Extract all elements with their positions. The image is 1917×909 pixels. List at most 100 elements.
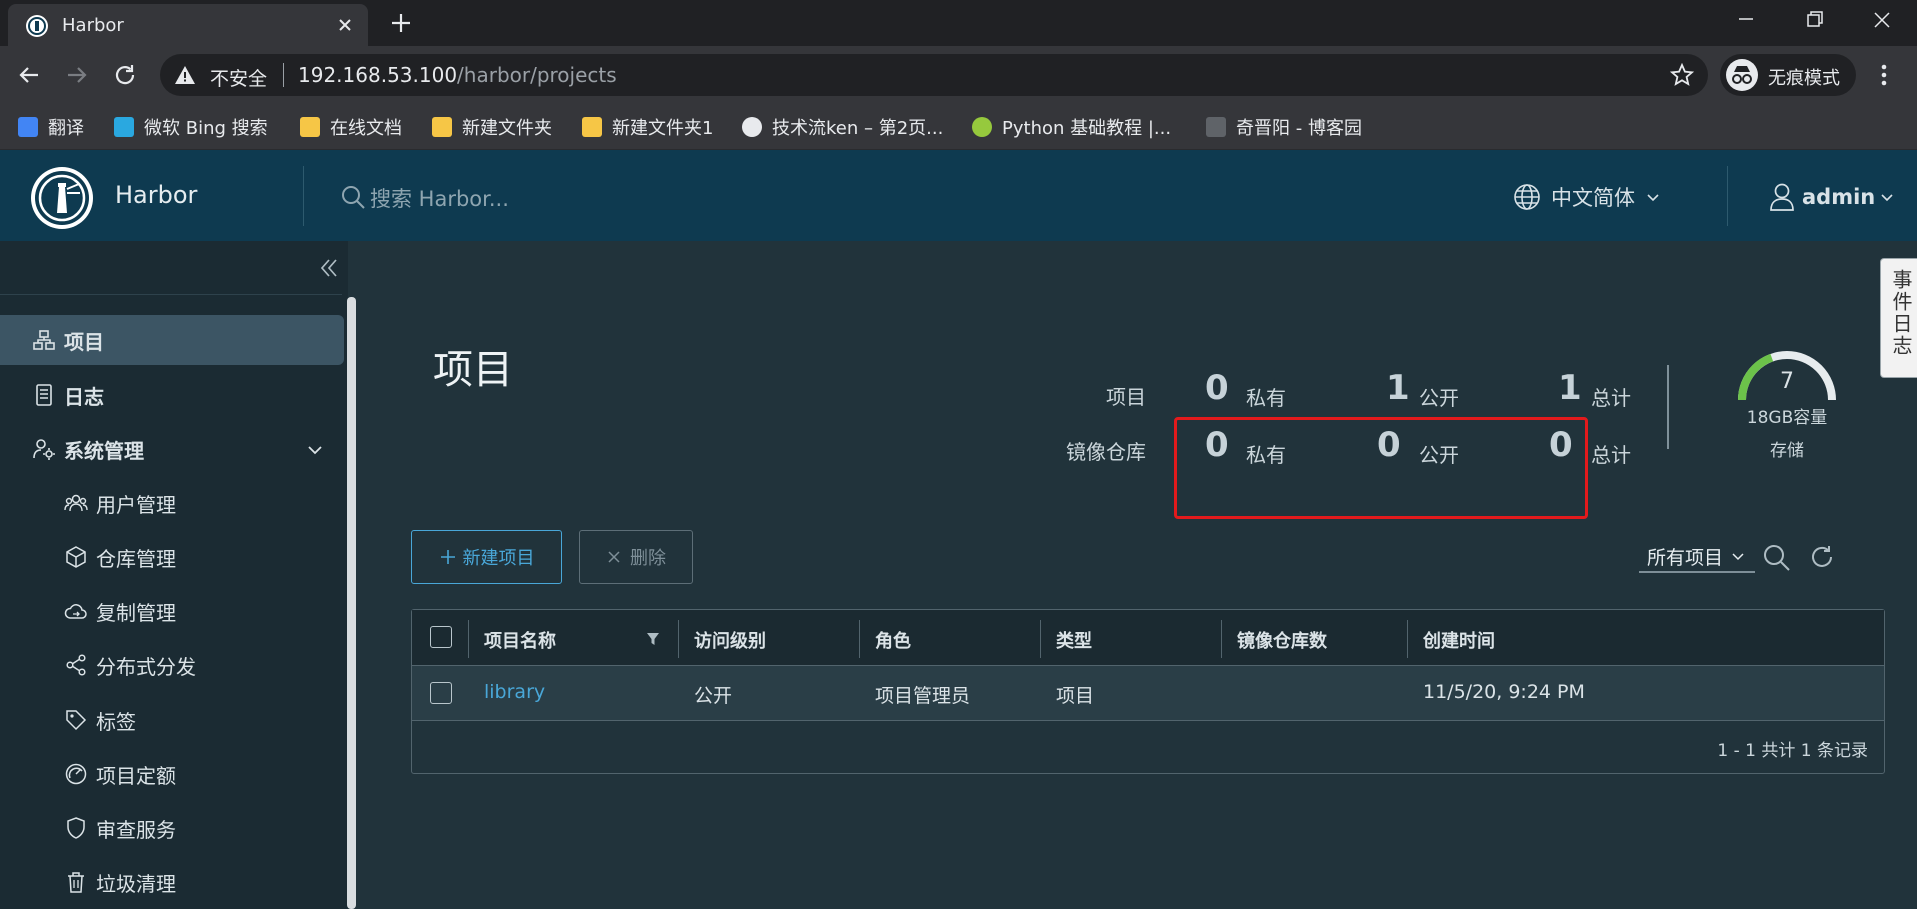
table-header: 项目名称 访问级别 角色 类型 镜像仓库数 创建时间 [412,610,1884,666]
filter-search-icon[interactable] [1762,543,1792,573]
restore-window-icon[interactable] [1794,4,1834,38]
harbor-favicon-icon [26,15,48,37]
sidebar-item-garbage-collection[interactable]: 垃圾清理 [0,857,344,907]
address-bar[interactable]: 不安全 192.168.53.100/harbor/projects [160,54,1708,96]
url-text[interactable]: 192.168.53.100/harbor/projects [298,63,617,87]
sidebar-item-distributions[interactable]: 分布式分发 [0,640,344,690]
cloud-replication-icon [64,604,87,619]
browser-tab-title: Harbor [62,15,124,36]
sidebar-item-label: 分布式分发 [96,654,196,679]
global-search-input[interactable]: 搜索 Harbor... [340,180,840,214]
project-filter-select[interactable]: 所有项目 [1639,541,1755,573]
select-all-checkbox[interactable] [430,626,452,648]
total-unit: 总计 [1591,443,1631,467]
sidebar-item-users[interactable]: 用户管理 [0,478,344,528]
sidebar-item-logs[interactable]: 日志 [0,370,344,420]
column-divider [678,620,679,658]
projects-private-count: 0 [1205,368,1229,408]
column-header-created[interactable]: 创建时间 [1423,627,1495,653]
storage-value: 7 [1780,369,1794,394]
close-tab-icon[interactable] [333,13,357,37]
sidebar-item-interrogation-services[interactable]: 审查服务 [0,803,344,853]
chevron-down-icon [1732,553,1744,561]
sidebar-item-label: 审查服务 [96,817,176,842]
folder-icon [582,117,602,137]
bookmark-label: 新建文件夹1 [612,118,714,139]
sidebar-item-replications[interactable]: 复制管理 [0,586,344,636]
sidebar-item-quotas[interactable]: 项目定额 [0,749,344,799]
column-divider [1221,620,1222,658]
incognito-label: 无痕模式 [1768,68,1840,89]
new-tab-icon[interactable] [388,10,414,36]
folder-icon [432,117,452,137]
browser-tab[interactable]: Harbor [8,4,368,46]
bookmark-new-folder[interactable]: 新建文件夹 [432,114,552,140]
minimize-window-icon[interactable] [1726,4,1766,38]
admin-gear-icon [33,439,55,460]
row-checkbox[interactable] [430,682,452,704]
harbor-logo-icon[interactable] [31,167,93,229]
bookmark-star-icon[interactable] [1670,63,1694,87]
bookmark-cnblogs[interactable]: 奇晋阳 - 博客园 [1206,114,1362,140]
collapse-sidebar-icon[interactable] [316,255,342,281]
bookmark-label: 奇晋阳 - 博客园 [1236,118,1362,139]
column-header-repo-count[interactable]: 镜像仓库数 [1237,627,1327,653]
column-header-access[interactable]: 访问级别 [694,627,766,653]
column-header-type[interactable]: 类型 [1056,627,1092,653]
incognito-badge[interactable]: 无痕模式 [1720,54,1856,96]
reload-icon[interactable] [110,60,140,90]
sidebar-item-labels[interactable]: 标签 [0,695,344,745]
app-brand[interactable]: Harbor [115,181,197,209]
security-status-label: 不安全 [210,68,268,90]
sidebar-item-label: 复制管理 [96,600,176,625]
sidebar-divider [0,294,342,295]
page-title: 项目 [433,347,513,393]
user-avatar-icon [1770,183,1794,211]
translate-icon [18,117,38,137]
users-icon [64,494,88,512]
globe-icon [1514,184,1540,210]
sidebar-scrollbar[interactable] [347,297,356,909]
globe-site-icon [742,117,762,137]
storage-label: 存储 [1770,441,1804,461]
public-unit: 公开 [1419,386,1459,410]
bookmark-label: 新建文件夹 [462,118,552,139]
storage-capacity: 18GB容量 [1746,408,1828,428]
refresh-icon[interactable] [1808,543,1836,571]
close-window-icon[interactable] [1862,4,1902,38]
event-log-tab[interactable]: 事件日志 [1880,258,1917,378]
filter-funnel-icon[interactable] [646,632,660,646]
bookmark-translate[interactable]: 翻译 [18,114,84,140]
sidebar-item-registries[interactable]: 仓库管理 [0,532,344,582]
column-header-name[interactable]: 项目名称 [484,627,556,653]
back-arrow-icon[interactable] [14,60,44,90]
sidebar-item-label: 标签 [96,709,136,734]
browser-toolbar: 不安全 192.168.53.100/harbor/projects 无痕模式 [0,46,1917,104]
bookmark-new-folder-1[interactable]: 新建文件夹1 [582,114,713,140]
bookmark-bing[interactable]: 微软 Bing 搜索 [114,114,268,140]
project-name-link[interactable]: library [484,681,545,703]
sidebar-item-projects[interactable]: 项目 [0,315,344,365]
search-placeholder: 搜索 Harbor... [370,187,509,211]
user-menu[interactable]: admin [1768,180,1894,214]
new-project-button[interactable]: 新建项目 [411,530,562,584]
search-icon [342,186,365,209]
sidebar-item-administration[interactable]: 系统管理 [0,424,344,474]
table-row[interactable]: library 公开 项目管理员 项目 11/5/20, 9:24 PM [412,666,1884,721]
projects-table: 项目名称 访问级别 角色 类型 镜像仓库数 创建时间 library 公开 项目… [411,609,1885,774]
language-label: 中文简体 [1551,186,1635,210]
project-role: 项目管理员 [875,685,971,707]
sidebar-item-label: 垃圾清理 [96,871,176,896]
bookmark-tech-ken[interactable]: 技术流ken – 第2页... [742,114,943,140]
browser-tab-strip: Harbor [0,0,1917,46]
warning-triangle-icon[interactable] [174,65,196,85]
bookmark-online-docs[interactable]: 在线文档 [300,114,402,140]
forward-arrow-icon[interactable] [62,60,92,90]
column-header-role[interactable]: 角色 [875,627,911,653]
delete-button[interactable]: 删除 [579,530,693,584]
browser-menu-icon[interactable] [1872,60,1896,90]
bookmark-python-tutorial[interactable]: Python 基础教程 |... [972,114,1171,140]
language-selector[interactable]: 中文简体 [1513,180,1661,214]
column-divider [468,620,469,658]
runoob-icon [972,117,992,137]
